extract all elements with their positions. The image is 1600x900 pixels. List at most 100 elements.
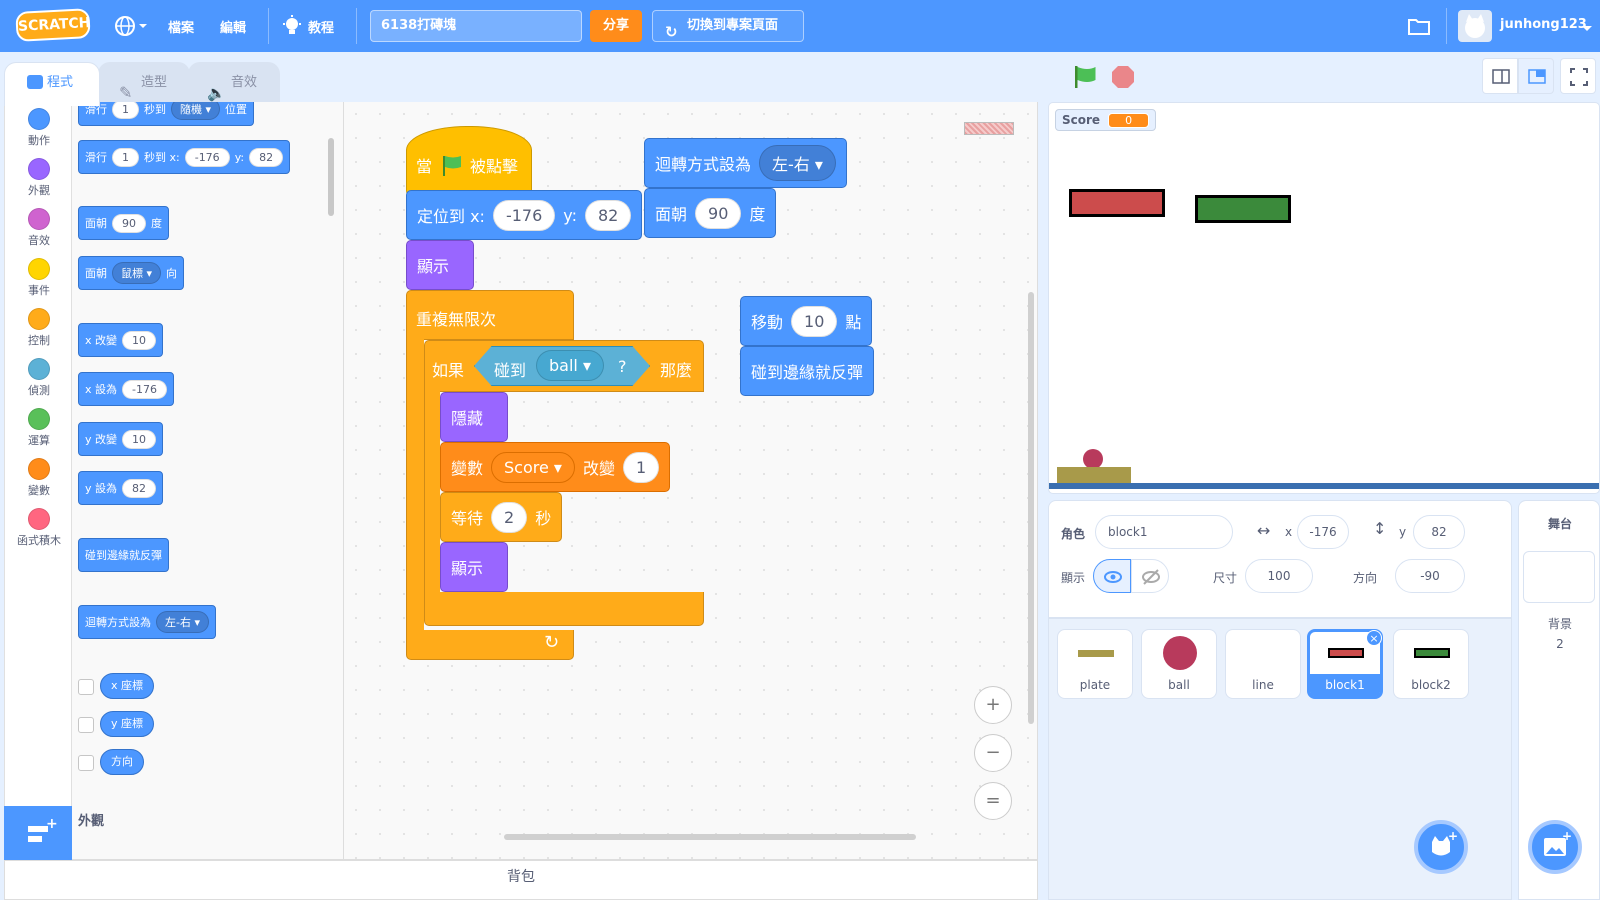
palette-point-towards-block[interactable]: 面朝 鼠標 ▾ 向 <box>78 256 185 290</box>
variable-dropdown[interactable]: Score ▾ <box>491 451 575 483</box>
tab-sounds[interactable]: 🔈 音效 <box>188 62 280 104</box>
block-input[interactable]: 82 <box>584 199 632 231</box>
bounce-on-edge-block[interactable]: 碰到邊緣就反彈 <box>740 346 875 396</box>
direction-checkbox[interactable] <box>78 755 94 771</box>
sprite-y-input[interactable]: 82 <box>1413 515 1465 549</box>
sprite-size-input[interactable]: 100 <box>1245 559 1313 593</box>
block-input[interactable]: 10 <box>791 305 838 337</box>
block-input[interactable]: 90 <box>112 213 146 233</box>
change-variable-block[interactable]: 變數 Score ▾ 改變 1 <box>440 442 671 492</box>
category-motion[interactable]: 動作 <box>5 108 73 148</box>
language-globe-icon[interactable] <box>114 14 148 38</box>
block-dropdown[interactable]: 隨機 ▾ <box>171 102 221 120</box>
see-project-page-button[interactable]: ↻ 切換到專案頁面 <box>652 10 804 42</box>
sprite-x-input[interactable]: -176 <box>1297 515 1349 549</box>
palette-change-x-block[interactable]: x 改變 10 <box>78 323 164 357</box>
ball-sprite[interactable] <box>1083 449 1103 469</box>
score-monitor[interactable]: Score 0 <box>1055 109 1157 131</box>
username[interactable]: junhong123 <box>1500 17 1587 32</box>
block-input[interactable]: 82 <box>122 478 157 498</box>
palette-change-y-block[interactable]: y 改變 10 <box>78 422 164 456</box>
block-input[interactable]: -176 <box>184 147 230 167</box>
tab-code[interactable]: 程式 <box>4 62 100 106</box>
show-sprite-button[interactable] <box>1093 559 1131 593</box>
add-extension-button[interactable]: + <box>4 806 72 862</box>
green-flag-icon[interactable] <box>1072 64 1098 90</box>
script-area[interactable]: 當 被點擊 定位到 x: -176 y: 82 顯示 重複無限次 ↻ 如果 碰到… <box>344 102 1038 860</box>
sprite-direction-input[interactable]: -90 <box>1395 559 1465 593</box>
palette-y-position-reporter[interactable]: y 座標 <box>100 711 155 737</box>
move-steps-block[interactable]: 移動 10 點 <box>740 296 873 346</box>
palette-glide-random-block[interactable]: 滑行 1 秒到 隨機 ▾ 位置 <box>78 102 255 126</box>
project-title-input[interactable]: 6138打磚塊 <box>370 10 582 42</box>
palette-set-x-block[interactable]: x 設為 -176 <box>78 372 174 406</box>
zoom-reset-button[interactable]: = <box>974 782 1012 820</box>
choose-sprite-button[interactable]: + <box>1414 820 1468 874</box>
category-sensing[interactable]: 偵測 <box>5 358 73 398</box>
block-input[interactable]: 1 <box>622 451 660 483</box>
my-stuff-folder-icon[interactable] <box>1408 16 1430 36</box>
category-operators[interactable]: 運算 <box>5 408 73 448</box>
line-sprite[interactable] <box>1049 483 1599 489</box>
block2-sprite[interactable] <box>1195 195 1291 223</box>
block-dropdown[interactable]: 左-右 ▾ <box>156 611 210 633</box>
block-input[interactable]: 1 <box>112 147 139 167</box>
scratch-logo[interactable]: SCRATCH <box>15 8 91 42</box>
x-position-checkbox[interactable] <box>78 679 94 695</box>
category-variables[interactable]: 變數 <box>5 458 73 498</box>
touching-target-dropdown[interactable]: ball ▾ <box>536 350 604 381</box>
palette-bounce-block[interactable]: 碰到邊緣就反彈 <box>78 538 169 572</box>
block-input[interactable]: -176 <box>122 379 167 399</box>
delete-sprite-close-icon[interactable]: × <box>1366 630 1382 646</box>
block-input[interactable]: 90 <box>695 197 742 229</box>
plate-sprite[interactable] <box>1057 467 1131 483</box>
palette-direction-reporter[interactable]: 方向 <box>100 749 144 775</box>
sprite-name-input[interactable]: block1 <box>1095 515 1233 549</box>
menu-edit[interactable]: 編輯 <box>220 17 246 36</box>
block-input[interactable]: -176 <box>492 199 556 231</box>
user-avatar[interactable] <box>1458 10 1492 42</box>
hide-block[interactable]: 隱藏 <box>440 392 508 442</box>
sprite-tile-line[interactable]: line <box>1225 629 1301 699</box>
y-position-checkbox[interactable] <box>78 717 94 733</box>
block-input[interactable]: 2 <box>491 501 528 533</box>
palette-glide-xy-block[interactable]: 滑行 1 秒到 x: -176 y: 82 <box>78 140 291 174</box>
point-in-direction-block[interactable]: 面朝 90 度 <box>644 188 777 238</box>
block-input[interactable]: 10 <box>122 330 157 350</box>
tab-costumes[interactable]: ✎ 造型 <box>98 62 190 104</box>
stop-sign-icon[interactable] <box>1110 64 1136 90</box>
block-input[interactable]: 1 <box>112 102 139 119</box>
wait-block[interactable]: 等待 2 秒 <box>440 492 563 542</box>
stage-canvas[interactable]: Score 0 <box>1048 102 1600 494</box>
sprite-tile-ball[interactable]: ball <box>1141 629 1217 699</box>
sprite-tile-plate[interactable]: plate <box>1057 629 1133 699</box>
menu-file[interactable]: 檔案 <box>168 17 194 36</box>
when-flag-clicked-block[interactable]: 當 被點擊 <box>406 140 532 190</box>
set-rotation-style-block[interactable]: 迴轉方式設為 左-右 ▾ <box>644 138 847 188</box>
palette-x-position-reporter[interactable]: x 座標 <box>100 673 155 699</box>
sprite-tile-block2[interactable]: block2 <box>1393 629 1469 699</box>
show-block[interactable]: 顯示 <box>440 542 508 592</box>
block1-sprite[interactable] <box>1069 189 1165 217</box>
normal-stage-button[interactable] <box>1518 58 1554 94</box>
share-button[interactable]: 分享 <box>590 10 642 42</box>
stage-thumbnail[interactable] <box>1523 551 1595 603</box>
small-stage-button[interactable] <box>1482 58 1518 94</box>
block-input[interactable]: 82 <box>249 147 284 167</box>
palette-set-y-block[interactable]: y 設為 82 <box>78 471 164 505</box>
palette-scrollbar[interactable] <box>328 138 334 216</box>
category-events[interactable]: 事件 <box>5 258 73 298</box>
block-input[interactable]: 10 <box>122 429 157 449</box>
backpack-header[interactable]: 背包 <box>4 860 1038 900</box>
category-my-blocks[interactable]: 函式積木 <box>5 508 73 548</box>
category-looks[interactable]: 外觀 <box>5 158 73 198</box>
choose-backdrop-button[interactable]: + <box>1528 820 1582 874</box>
script-horizontal-scrollbar[interactable] <box>504 834 916 840</box>
lightbulb-icon[interactable] <box>282 15 302 37</box>
show-block[interactable]: 顯示 <box>406 240 474 290</box>
sprite-tile-block1[interactable]: × block1 <box>1307 629 1383 699</box>
hide-sprite-button[interactable] <box>1131 559 1169 593</box>
category-control[interactable]: 控制 <box>5 308 73 348</box>
palette-point-direction-block[interactable]: 面朝 90 度 <box>78 206 169 240</box>
menu-tutorials[interactable]: 教程 <box>308 17 334 36</box>
